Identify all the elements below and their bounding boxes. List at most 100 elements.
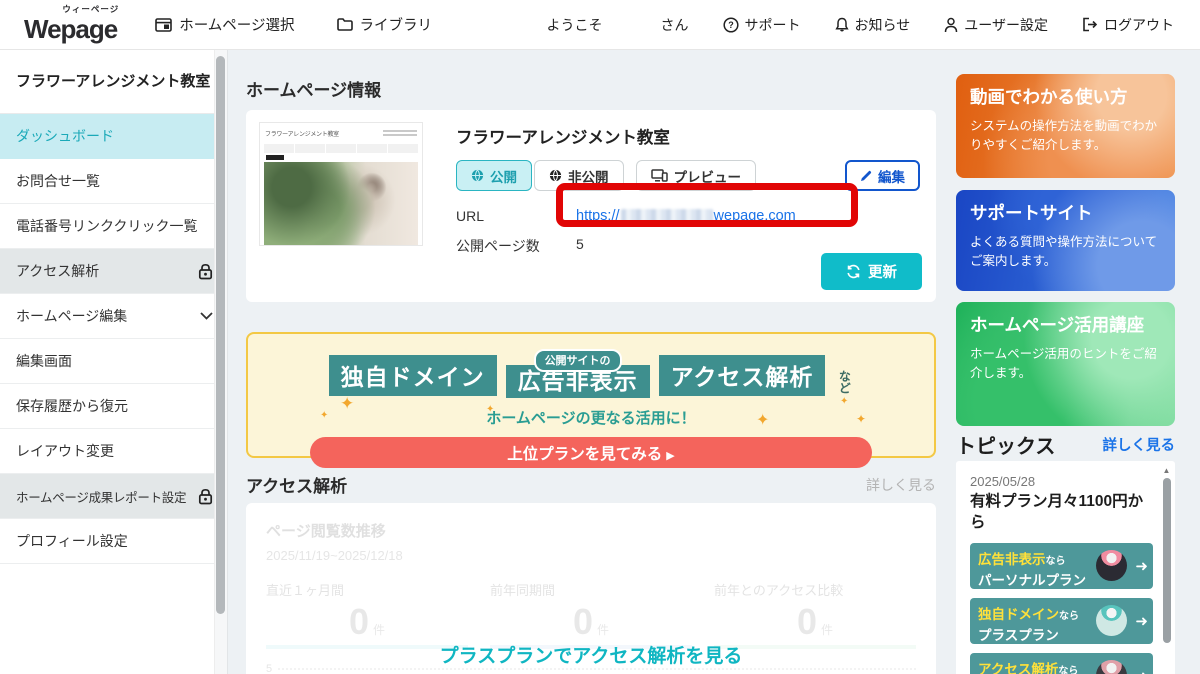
scroll-up-arrow-icon[interactable]: ▲ (1160, 463, 1173, 475)
nav-library[interactable]: ライブラリ (337, 14, 433, 35)
upgrade-cta-label: 上位プランを見てみる (507, 446, 662, 463)
edit-label: 編集 (878, 166, 905, 186)
welcome-suffix: さん (661, 15, 689, 35)
support-link[interactable]: ? サポート (723, 15, 801, 35)
video-guide-card[interactable]: 動画でわかる使い方 システムの操作方法を動画でわかりやすくご紹介します。 (956, 74, 1175, 178)
usage-course-card[interactable]: ホームページ活用講座 ホームページ活用のヒントをご紹介します。 (956, 302, 1175, 426)
feature-analytics: アクセス解析 (659, 355, 826, 396)
stat-label: 前年同期間 (490, 580, 692, 599)
sidebar-scrollbar[interactable] (214, 50, 227, 674)
wepage-logo[interactable]: ウィーページ Wepage (24, 8, 117, 42)
stat-unit: 件 (597, 623, 609, 637)
help-icon: ? (723, 17, 739, 33)
site-url-link[interactable]: https:// wepage.com (576, 208, 796, 224)
sidebar-item-label: ホームページ成果レポート設定 (16, 487, 186, 506)
upgrade-cta-button[interactable]: 上位プランを見てみる ▶ (310, 437, 872, 468)
video-guide-title: 動画でわかる使い方 (970, 87, 1161, 109)
logout-label: ログアウト (1104, 15, 1174, 35)
stat-value: 0 (349, 601, 369, 642)
pages-count-label: 公開ページ数 (456, 236, 576, 256)
support-label: サポート (745, 15, 801, 35)
support-site-body: よくある質問や操作方法についてご案内します。 (970, 233, 1161, 272)
edit-button[interactable]: 編集 (845, 160, 920, 191)
sparkle-icon: ✦ (840, 396, 848, 407)
folder-icon (337, 18, 353, 31)
nav-site-select[interactable]: ホームページ選択 (155, 14, 294, 35)
sidebar-scrollbar-thumb[interactable] (216, 56, 225, 614)
devices-icon (651, 169, 668, 182)
sidebar-item-label: アクセス解析 (16, 261, 99, 281)
news-link[interactable]: お知らせ (835, 15, 911, 35)
welcome-message: ようこそ さん (547, 15, 689, 35)
thumbnail-hero-image (264, 162, 418, 246)
arrow-right-icon: ➜ (1135, 557, 1148, 575)
sidebar-item-edit-screen[interactable]: 編集画面 (0, 339, 227, 384)
banner-keyword: アクセス解析 (978, 662, 1058, 674)
url-prefix: https:// (576, 208, 620, 224)
sidebar-item-inquiries[interactable]: お問合せ一覧 (0, 159, 227, 204)
banner-keyword: 独自ドメイン (978, 607, 1059, 622)
plan-banner-analytics[interactable]: アクセス解析なら プラスプラン ➜ (970, 653, 1153, 674)
feature-etc: など (836, 370, 853, 396)
site-info-card: フラワーアレンジメント教室 フラワーアレンジメント教室 公開 非公開 (246, 110, 936, 302)
video-guide-body: システムの操作方法を動画でわかりやすくご紹介します。 (970, 117, 1161, 156)
stat-label: 前年とのアクセス比較 (714, 580, 916, 599)
sidebar: フラワーアレンジメント教室 ダッシュボード お問合せ一覧 電話番号リンククリック… (0, 50, 228, 674)
sidebar-item-profile-settings[interactable]: プロフィール設定 (0, 519, 227, 564)
preview-button[interactable]: プレビュー (636, 160, 757, 191)
upsell-line1: プラスプランでアクセス解析を見る (246, 641, 936, 668)
analytics-see-more-link[interactable]: 詳しく見る (866, 475, 936, 495)
publish-button[interactable]: 公開 (456, 160, 532, 191)
sidebar-item-site-edit[interactable]: ホームページ編集 (0, 294, 227, 339)
user-settings-link[interactable]: ユーザー設定 (944, 15, 1048, 35)
thumbnail-tel-lines (383, 129, 417, 138)
thumbnail-badge (266, 155, 284, 160)
banner-particle: なら (1046, 556, 1066, 567)
stat-unit: 件 (373, 623, 385, 637)
preview-label: プレビュー (674, 166, 742, 186)
topics-see-more-link[interactable]: 詳しく見る (1103, 434, 1176, 455)
banner-plan: パーソナルプラン (978, 569, 1086, 591)
character-illustration (1096, 605, 1127, 636)
browser-window-icon (155, 18, 172, 32)
topics-scrollbar[interactable]: ▲ (1160, 463, 1173, 674)
site-title: フラワーアレンジメント教室 (456, 124, 920, 148)
plan-upsell-overlay[interactable]: プラスプランでアクセス解析を見る 月額¥3000～（税別） (246, 641, 936, 674)
user-settings-label: ユーザー設定 (964, 15, 1048, 35)
page-title: ホームページ情報 (246, 76, 381, 101)
sidebar-item-label: ダッシュボード (16, 126, 114, 146)
sidebar-item-access-analytics[interactable]: アクセス解析 (0, 249, 227, 294)
unpublish-button[interactable]: 非公開 (534, 160, 624, 191)
character-illustration (1096, 550, 1127, 581)
stat-value: 0 (573, 601, 593, 642)
globe-icon (471, 169, 484, 182)
plan-banner-domain[interactable]: 独自ドメインなら プラスプラン ➜ (970, 598, 1153, 644)
sidebar-item-restore-history[interactable]: 保存履歴から復元 (0, 384, 227, 429)
site-thumbnail: フラワーアレンジメント教室 (259, 122, 423, 246)
banner-particle: なら (1059, 611, 1079, 622)
arrow-right-icon: ▶ (666, 450, 674, 462)
usage-course-body: ホームページ活用のヒントをご紹介します。 (970, 345, 1161, 384)
lock-icon (198, 263, 213, 280)
chart-title: ページ閲覧数推移 (266, 520, 916, 541)
plan-banner-personal[interactable]: 広告非表示なら パーソナルプラン ➜ (970, 543, 1153, 589)
news-label: お知らせ (855, 15, 911, 35)
support-site-card[interactable]: サポートサイト よくある質問や操作方法についてご案内します。 (956, 190, 1175, 291)
update-button[interactable]: 更新 (821, 253, 922, 290)
sidebar-item-dashboard[interactable]: ダッシュボード (0, 114, 227, 159)
sidebar-item-phone-clicks[interactable]: 電話番号リンククリック一覧 (0, 204, 227, 249)
sidebar-item-label: レイアウト変更 (16, 441, 114, 461)
stat-last-year-period: 前年同期間 0件 (490, 580, 692, 649)
unpublish-label: 非公開 (568, 166, 609, 186)
logout-link[interactable]: ログアウト (1082, 15, 1174, 35)
support-site-title: サポートサイト (970, 203, 1161, 225)
pencil-icon (860, 170, 872, 182)
banner-keyword: 広告非表示 (978, 552, 1046, 567)
lock-icon (198, 488, 213, 505)
arrow-right-icon: ➜ (1135, 612, 1148, 630)
sidebar-site-name: フラワーアレンジメント教室 (0, 50, 227, 114)
sidebar-item-layout-change[interactable]: レイアウト変更 (0, 429, 227, 474)
topics-scrollbar-thumb[interactable] (1163, 478, 1171, 643)
topbar: ウィーページ Wepage ホームページ選択 ライブラリ ようこそ さん ? サ… (0, 0, 1200, 50)
sidebar-item-report-settings[interactable]: ホームページ成果レポート設定 (0, 474, 227, 519)
